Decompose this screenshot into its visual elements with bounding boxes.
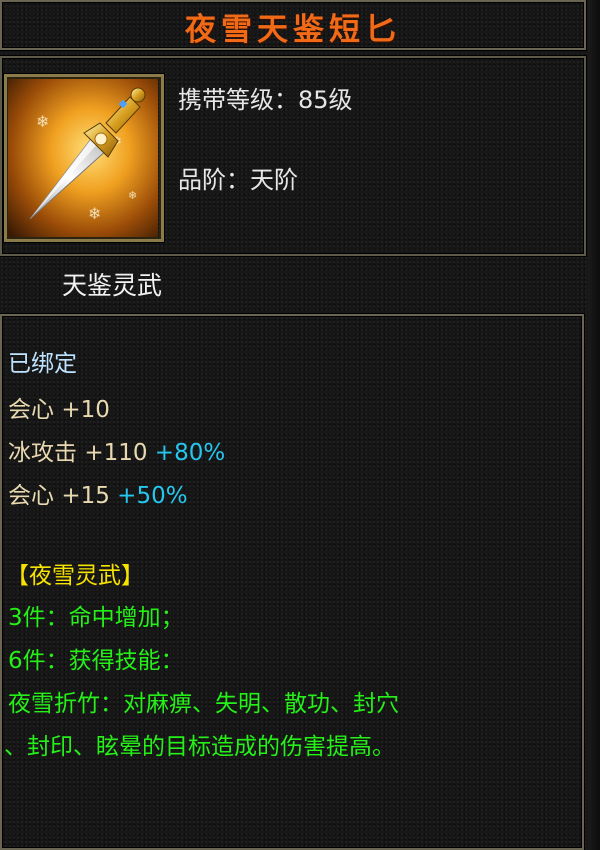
set-name: 【夜雪灵武】 xyxy=(6,563,144,589)
set-bonus-3: 3件：命中增加； xyxy=(8,605,184,631)
set-skill-line-1: 夜雪折竹：对麻痹、失明、散功、封穴 xyxy=(8,691,399,717)
attribute-label: 冰攻击 xyxy=(8,440,77,466)
attribute-percent: +80% xyxy=(154,440,226,466)
attribute-line: 会心 +15 +50% xyxy=(8,476,188,510)
svg-text:❄: ❄ xyxy=(36,112,49,131)
set-bonus-6: 6件：获得技能： xyxy=(8,648,184,674)
attribute-line: 冰攻击 +110 +80% xyxy=(8,433,225,467)
dagger-icon: ❄ ❄ ❄ ❄ xyxy=(8,79,158,237)
attribute-value: +10 xyxy=(61,397,110,423)
item-grade: 品阶：天阶 xyxy=(178,166,298,194)
item-tooltip: 夜雪天鉴短匕 ❄ ❄ ❄ 携带等级：85级 品阶：天阶 天鉴灵武 已绑定 会心 … xyxy=(0,0,600,850)
item-subtitle: 天鉴灵武 xyxy=(62,271,163,300)
item-name: 夜雪天鉴短匕 xyxy=(185,12,401,48)
window-edge xyxy=(588,0,600,850)
attribute-value: +110 xyxy=(84,440,148,466)
attribute-label: 会心 xyxy=(8,397,54,423)
attribute-percent: +50% xyxy=(117,483,188,509)
carry-level: 携带等级：85级 xyxy=(178,86,353,114)
attribute-value: +15 xyxy=(61,483,110,509)
svg-text:❄: ❄ xyxy=(128,189,137,202)
bound-status: 已绑定 xyxy=(8,351,77,377)
attribute-line: 会心 +10 xyxy=(8,390,110,424)
attribute-label: 会心 xyxy=(8,483,54,509)
svg-text:❄: ❄ xyxy=(88,204,101,223)
set-skill-line-2: 、封印、眩晕的目标造成的伤害提高。 xyxy=(4,734,395,760)
